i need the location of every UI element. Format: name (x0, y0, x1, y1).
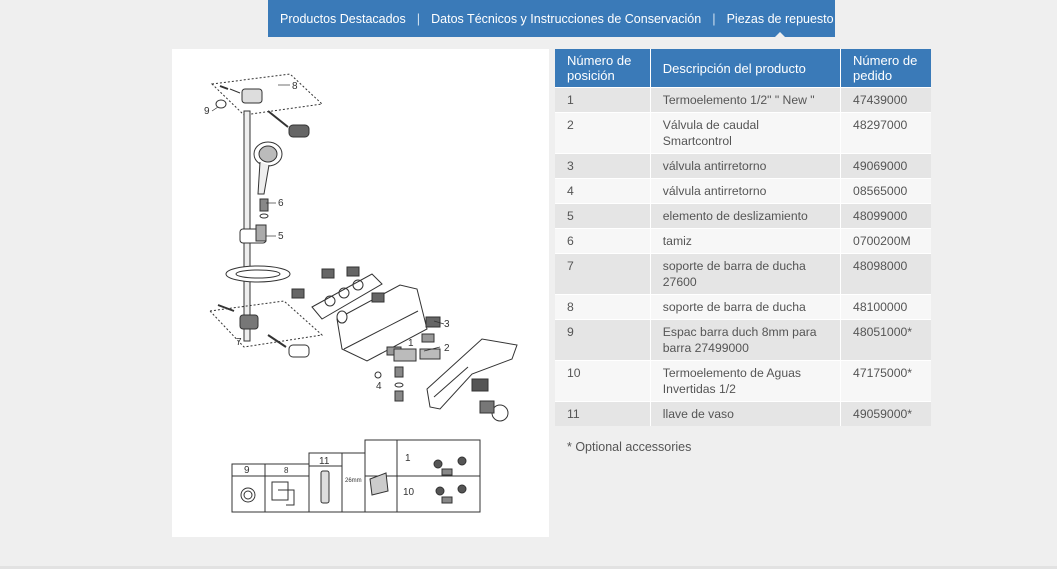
table-row: 7 soporte de barra de ducha 27600 48098000 (555, 253, 931, 295)
cell-order-number: 48297000 (840, 112, 931, 154)
optional-parts-inset (231, 439, 481, 513)
tab-datos-tecnicos[interactable]: Datos Técnicos y Instrucciones de Conser… (431, 0, 701, 37)
cell-order-number: 49069000 (840, 153, 931, 179)
spare-parts-table: Número de posición Descripción del produ… (555, 49, 931, 426)
cell-description: elemento de deslizamiento (650, 203, 842, 229)
cell-order-number: 48051000* (840, 319, 931, 361)
callout-4: 4 (376, 381, 382, 392)
cell-position: 3 (555, 153, 651, 179)
cell-position: 9 (555, 319, 651, 361)
tab-bar: Productos Destacados | Datos Técnicos y … (268, 0, 835, 38)
cell-description: Espac barra duch 8mm para barra 27499000 (650, 319, 842, 361)
cell-order-number: 48099000 (840, 203, 931, 229)
cell-description: soporte de barra de ducha 27600 (650, 253, 842, 295)
cell-order-number: 49059000* (840, 401, 931, 426)
table-row: 6 tamiz 0700200M (555, 228, 931, 254)
inset-label-11: 11 (319, 456, 330, 467)
table-row: 1 Termoelemento 1/2" " New " 47439000 (555, 87, 931, 113)
tab-separator: | (416, 11, 421, 26)
table-body: 1 Termoelemento 1/2" " New " 47439000 2 Válv… (555, 87, 931, 426)
cell-description: soporte de barra de ducha (650, 294, 842, 320)
cell-position: 6 (555, 228, 651, 254)
cell-description: Válvula de caudal Smartcontrol (650, 112, 842, 154)
cell-description: válvula antirretorno (650, 178, 842, 204)
header-description: Descripción del producto (650, 49, 842, 88)
table-row: 8 soporte de barra de ducha 48100000 (555, 294, 931, 320)
table-row: 3 válvula antirretorno 49069000 (555, 153, 931, 179)
cell-description: Termoelemento 1/2" " New " (650, 87, 842, 113)
callout-6: 6 (278, 198, 284, 209)
tab-piezas-de-repuesto[interactable]: Piezas de repuesto (727, 0, 834, 38)
exploded-diagram: 8 9 6 5 7 3 2 1 4 9 8 11 26mm 1 10 (172, 49, 549, 537)
cell-order-number: 47439000 (840, 87, 931, 113)
cell-position: 4 (555, 178, 651, 204)
callout-7: 7 (236, 337, 242, 348)
cell-order-number: 0700200M (840, 228, 931, 254)
cell-order-number: 47175000* (840, 360, 931, 402)
inset-label-1: 1 (405, 453, 411, 464)
shower-rail (208, 73, 324, 358)
callout-9: 9 (204, 106, 210, 117)
inset-label-26mm: 26mm (345, 478, 362, 484)
table-row: 2 Válvula de caudal Smartcontrol 48297000 (555, 112, 931, 154)
cell-position: 1 (555, 87, 651, 113)
header-order-number: Número de pedido (840, 49, 931, 88)
cell-position: 5 (555, 203, 651, 229)
callout-3: 3 (444, 319, 450, 330)
table-row: 11 llave de vaso 49059000* (555, 401, 931, 426)
callout-8: 8 (292, 81, 298, 92)
callout-1: 1 (408, 338, 414, 349)
table-row: 5 elemento de deslizamiento 48099000 (555, 203, 931, 229)
cell-position: 8 (555, 294, 651, 320)
cell-position: 2 (555, 112, 651, 154)
cell-position: 11 (555, 401, 651, 426)
cell-description: válvula antirretorno (650, 153, 842, 179)
optional-accessories-note: * Optional accessories (567, 440, 692, 454)
tab-productos-destacados[interactable]: Productos Destacados (268, 0, 406, 37)
callout-2: 2 (444, 343, 450, 354)
cell-description: llave de vaso (650, 401, 842, 426)
cell-order-number: 48100000 (840, 294, 931, 320)
header-position: Número de posición (555, 49, 651, 88)
callout-5: 5 (278, 231, 284, 242)
cell-order-number: 08565000 (840, 178, 931, 204)
table-row: 9 Espac barra duch 8mm para barra 2749900… (555, 319, 931, 361)
cell-description: tamiz (650, 228, 842, 254)
diagram-drawing: 8 9 6 5 7 3 2 1 4 9 8 11 26mm 1 10 (204, 73, 518, 513)
cell-position: 7 (555, 253, 651, 295)
cell-order-number: 48098000 (840, 253, 931, 295)
cell-position: 10 (555, 360, 651, 402)
tab-separator: | (712, 11, 716, 26)
table-header-row: Número de posición Descripción del produ… (555, 49, 931, 88)
thermostat-assembly (291, 266, 518, 422)
inset-label-10: 10 (403, 487, 415, 498)
inset-label-9: 9 (244, 465, 250, 476)
inset-label-8: 8 (284, 466, 289, 475)
table-row: 4 válvula antirretorno 08565000 (555, 178, 931, 204)
table-row: 10 Termoelemento de Aguas Invertidas 1/2 4… (555, 360, 931, 402)
cell-description: Termoelemento de Aguas Invertidas 1/2 (650, 360, 842, 402)
